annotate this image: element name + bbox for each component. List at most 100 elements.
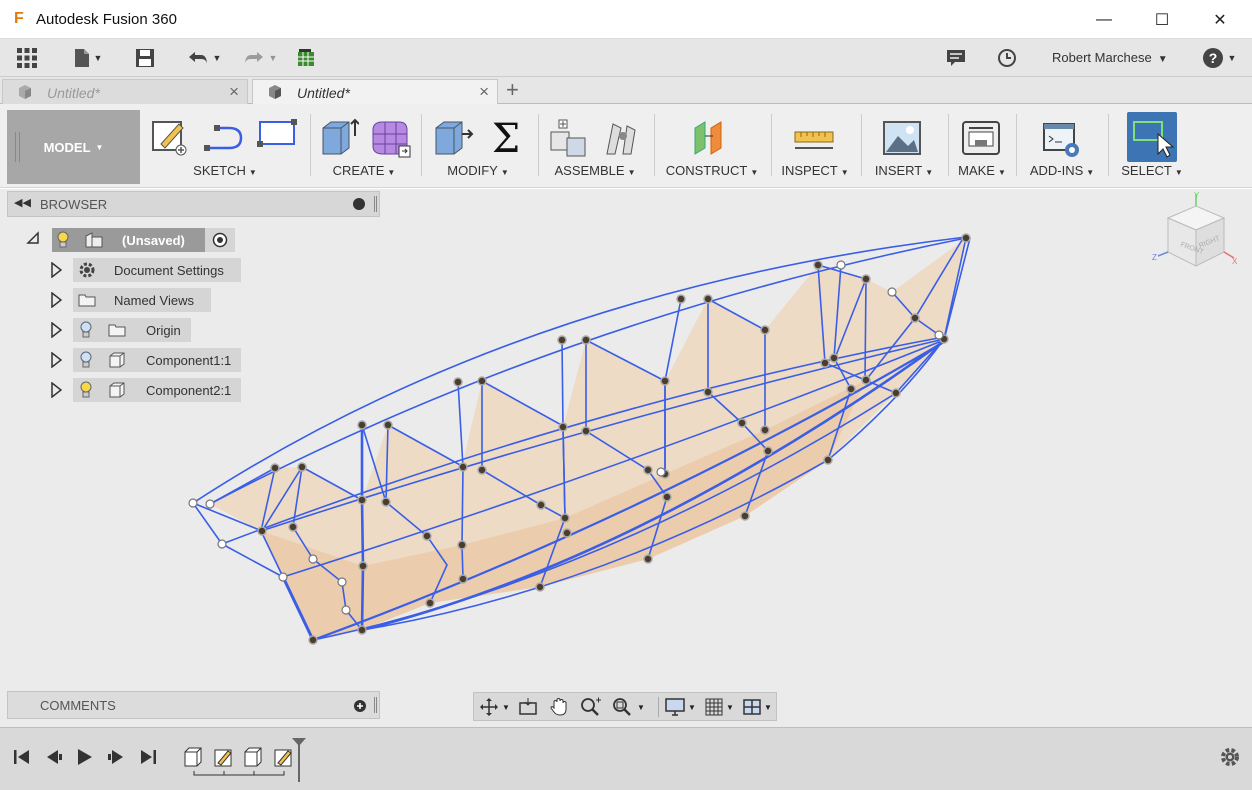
help-button[interactable]: ? ▼ xyxy=(1199,46,1239,70)
display-settings-button[interactable]: ▼ xyxy=(664,696,700,718)
insert-group[interactable]: INSERT ▼ xyxy=(864,110,944,184)
browser-item-named-views[interactable]: Named Views xyxy=(50,288,250,312)
extensions-button[interactable] xyxy=(296,46,318,70)
browser-root-node[interactable]: (Unsaved) xyxy=(26,228,236,252)
new-tab-button[interactable]: + xyxy=(506,79,519,101)
offset-plane-icon xyxy=(694,121,722,155)
minimize-icon: — xyxy=(1096,11,1112,28)
browser-item-label: Document Settings xyxy=(114,262,224,278)
redo-button[interactable]: ▼ xyxy=(240,46,280,70)
maximize-button[interactable]: ☐ xyxy=(1139,5,1185,35)
skip-to-end-icon[interactable] xyxy=(138,748,158,766)
expand-triangle-icon[interactable] xyxy=(50,382,62,398)
step-back-icon[interactable] xyxy=(44,748,64,766)
browser-panel-header[interactable]: ◀◀ BROWSER xyxy=(7,191,380,217)
node-box[interactable]: Component1:1 xyxy=(73,348,241,372)
minus-circle-icon[interactable] xyxy=(353,198,365,210)
grip-handle[interactable] xyxy=(15,132,20,162)
chevron-down-icon: ▼ xyxy=(502,702,510,712)
browser-item-component2[interactable]: Component2:1 xyxy=(50,378,250,402)
expand-triangle-icon[interactable] xyxy=(50,292,62,308)
browser-item-document-settings[interactable]: Document Settings xyxy=(50,258,250,282)
comments-panel-header[interactable]: COMMENTS xyxy=(7,691,380,719)
addins-group[interactable]: ADD-INS ▼ xyxy=(1020,110,1104,184)
user-name: Robert Marchese xyxy=(1052,50,1152,65)
notifications-button[interactable] xyxy=(944,46,968,70)
node-box[interactable]: Named Views xyxy=(73,288,211,312)
chevron-down-icon: ▼ xyxy=(1157,54,1168,65)
job-status-button[interactable] xyxy=(995,46,1019,70)
insert-label: INSERT ▼ xyxy=(874,163,934,178)
close-tab-icon[interactable]: × xyxy=(229,82,239,102)
document-tabs: Untitled* × Untitled* × xyxy=(0,77,1252,104)
monitor-icon xyxy=(665,698,685,716)
undo-button[interactable]: ▼ xyxy=(184,46,224,70)
expand-triangle-icon[interactable] xyxy=(50,322,62,338)
zoom-button[interactable] xyxy=(580,696,606,718)
skip-to-start-icon[interactable] xyxy=(12,748,32,766)
clock-icon xyxy=(998,49,1016,67)
create-group[interactable]: CREATE ▼ xyxy=(313,110,415,184)
browser-item-component1[interactable]: Component1:1 xyxy=(50,348,250,372)
close-tab-icon[interactable]: × xyxy=(479,82,489,102)
lightbulb-off-icon[interactable] xyxy=(79,351,93,369)
expand-triangle-icon[interactable] xyxy=(50,262,62,278)
node-box[interactable]: Document Settings xyxy=(73,258,241,282)
close-window-button[interactable]: ✕ xyxy=(1197,5,1243,35)
chevron-down-icon: ▼ xyxy=(764,702,772,712)
browser-item-origin[interactable]: Origin xyxy=(50,318,250,342)
activate-radio-button[interactable] xyxy=(205,228,235,252)
node-box[interactable]: Origin xyxy=(73,318,191,342)
gear-icon[interactable] xyxy=(1219,746,1241,768)
expand-triangle-icon[interactable] xyxy=(50,352,62,368)
panel-grip-handle[interactable] xyxy=(374,697,377,713)
sketch-group[interactable]: SKETCH ▼ xyxy=(145,110,305,184)
orbit-icon xyxy=(480,698,498,716)
view-cube[interactable]: FRONT RIGHT Y Z X xyxy=(1150,192,1240,272)
fit-button[interactable]: ▼ xyxy=(612,696,652,718)
pan-button[interactable] xyxy=(549,696,573,718)
assemble-group[interactable]: ASSEMBLE ▼ xyxy=(541,110,649,184)
modify-group[interactable]: Σ MODIFY ▼ xyxy=(424,110,532,184)
lightbulb-off-icon[interactable] xyxy=(79,321,93,339)
file-menu-button[interactable]: ▼ xyxy=(70,46,106,70)
tab-label: Untitled* xyxy=(297,85,350,101)
zoom-fit-icon xyxy=(613,698,631,716)
construct-group[interactable]: CONSTRUCT ▼ xyxy=(657,110,767,184)
orbit-button[interactable]: ▼ xyxy=(478,696,514,718)
make-group[interactable]: MAKE ▼ xyxy=(951,110,1013,184)
add-comment-icon[interactable] xyxy=(353,699,367,713)
viewports-button[interactable]: ▼ xyxy=(742,696,776,718)
inspect-group[interactable]: INSPECT ▼ xyxy=(774,110,856,184)
look-at-icon xyxy=(519,698,537,715)
chevron-down-icon: ▼ xyxy=(212,53,222,63)
rectangle-icon xyxy=(257,119,297,147)
save-button[interactable] xyxy=(134,46,156,70)
look-at-button[interactable] xyxy=(518,696,542,718)
minimize-button[interactable]: — xyxy=(1081,5,1127,35)
node-box[interactable]: Component2:1 xyxy=(73,378,241,402)
collapse-panel-icon[interactable]: ◀◀ xyxy=(14,196,31,209)
sketch-label: SKETCH ▼ xyxy=(193,163,257,178)
timeline-features[interactable] xyxy=(182,738,312,782)
document-tab[interactable]: Untitled* × xyxy=(2,79,248,104)
expanded-triangle-icon[interactable] xyxy=(26,231,40,245)
component-icon xyxy=(109,382,125,398)
user-account-menu[interactable]: Robert Marchese ▼ xyxy=(1052,50,1168,65)
lightbulb-on-icon[interactable] xyxy=(79,381,93,399)
grid-settings-button[interactable]: ▼ xyxy=(704,696,740,718)
panel-grip-handle[interactable] xyxy=(374,196,377,212)
workspace-switcher[interactable]: MODEL ▼ xyxy=(7,110,140,184)
data-panel-button[interactable] xyxy=(14,46,40,70)
zoom-icon xyxy=(581,697,601,716)
title-bar: F Autodesk Fusion 360 — ☐ ✕ xyxy=(0,0,1252,39)
comments-title: COMMENTS xyxy=(40,698,116,713)
lightbulb-on-icon[interactable] xyxy=(56,231,70,249)
step-forward-icon[interactable] xyxy=(106,748,126,766)
navbar-separator xyxy=(658,697,659,717)
radio-active-icon xyxy=(212,232,228,248)
svg-text:?: ? xyxy=(1208,50,1217,66)
play-icon[interactable] xyxy=(76,747,94,767)
document-tab-active[interactable]: Untitled* × xyxy=(252,79,498,104)
select-group[interactable]: SELECT ▼ xyxy=(1112,110,1192,184)
